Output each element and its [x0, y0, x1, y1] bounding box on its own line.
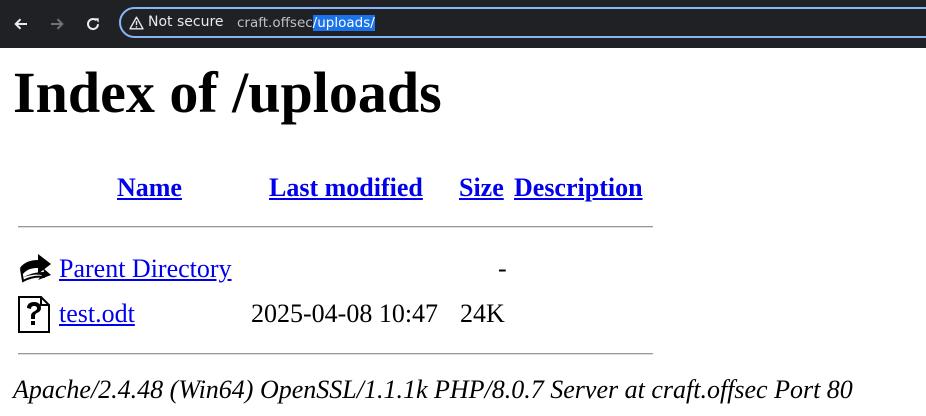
security-status-label[interactable]: Not secure: [148, 14, 224, 30]
reload-button[interactable]: [81, 12, 105, 36]
forward-arrow-icon: [51, 18, 64, 30]
file-link-test-odt[interactable]: test.odt: [59, 298, 135, 329]
reload-icon: [87, 18, 99, 31]
parent-directory-size: -: [498, 254, 507, 283]
browser-toolbar: Not secure craft.offsec/uploads/: [0, 0, 926, 48]
page-title: Index of /uploads: [13, 60, 442, 125]
forward-button[interactable]: [45, 12, 69, 36]
server-signature: Apache/2.4.48 (Win64) OpenSSL/1.1.1k PHP…: [13, 375, 853, 404]
parent-directory-icon: [20, 254, 51, 283]
url-text[interactable]: craft.offsec/uploads/: [237, 15, 375, 31]
parent-directory-link[interactable]: Parent Directory: [59, 253, 232, 284]
unknown-file-icon: [18, 296, 50, 333]
back-button[interactable]: [9, 12, 33, 36]
back-arrow-icon: [14, 18, 27, 30]
table-top-divider: [18, 226, 653, 228]
table-bottom-divider: [18, 353, 653, 355]
sort-by-description-link[interactable]: Description: [514, 172, 643, 203]
warning-triangle-icon: [129, 16, 144, 30]
file-size: 24K: [460, 299, 505, 328]
sort-by-name-link[interactable]: Name: [117, 172, 182, 203]
address-bar[interactable]: Not secure craft.offsec/uploads/: [119, 7, 926, 38]
sort-by-size-link[interactable]: Size: [459, 172, 504, 203]
url-host: craft.offsec: [237, 15, 313, 31]
url-path-selected: /uploads/: [312, 15, 375, 31]
file-last-modified: 2025-04-08 10:47: [251, 299, 439, 328]
sort-by-last-modified-link[interactable]: Last modified: [269, 172, 423, 203]
